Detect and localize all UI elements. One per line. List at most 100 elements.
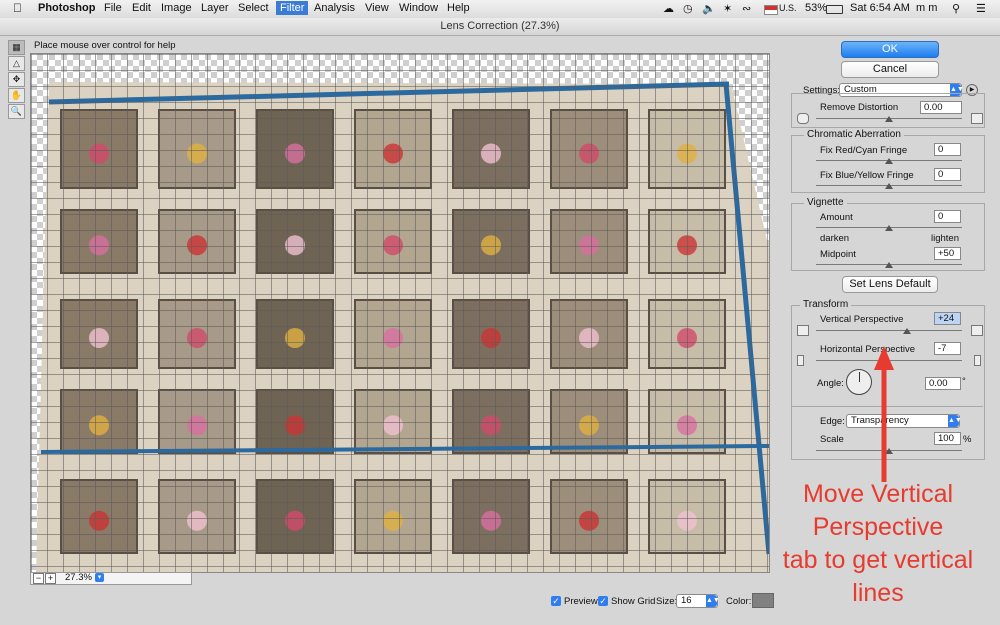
annotation-line-2: Perspective: [812, 513, 944, 541]
transform-title: Transform: [800, 299, 852, 310]
battery-icon[interactable]: [826, 5, 843, 14]
flower-bouquet: [579, 510, 599, 531]
menu-window[interactable]: Window: [399, 2, 438, 14]
vignette-amount-label: Amount: [820, 212, 853, 223]
flower-bouquet: [285, 235, 305, 256]
remove-distortion-tool-icon[interactable]: ▦: [8, 40, 25, 55]
bluetooth-icon[interactable]: ✶: [723, 2, 732, 15]
vertical-perspective-slider[interactable]: [816, 330, 962, 331]
preview-checkbox[interactable]: ✓: [551, 596, 561, 606]
remove-distortion-thumb[interactable]: [885, 116, 893, 122]
flower-bouquet: [677, 328, 697, 348]
horizontal-perspective-field[interactable]: -7: [934, 342, 961, 355]
scale-unit: %: [963, 434, 972, 445]
ok-button[interactable]: OK: [841, 41, 939, 58]
user-name[interactable]: m m: [916, 2, 937, 14]
flower-bouquet: [285, 143, 305, 164]
pincushion-icon: [797, 113, 809, 124]
input-source[interactable]: U.S.: [779, 3, 797, 13]
clock-time[interactable]: Sat 6:54 AM: [850, 2, 910, 14]
zoom-level[interactable]: 27.3%: [65, 572, 92, 583]
remove-distortion-field[interactable]: 0.00: [920, 101, 962, 114]
midpoint-field[interactable]: +50: [934, 247, 961, 260]
flower-bouquet: [89, 510, 109, 531]
flag-icon[interactable]: [764, 5, 778, 15]
barrel-icon: [971, 113, 983, 124]
apple-menu-icon[interactable]: : [13, 1, 22, 15]
flower-bouquet: [89, 415, 109, 436]
grid-color-label: Color:: [726, 596, 752, 607]
menu-view[interactable]: View: [365, 2, 389, 14]
red-cyan-field[interactable]: 0: [934, 143, 961, 156]
red-cyan-thumb[interactable]: [885, 158, 893, 164]
darken-label: darken: [820, 233, 850, 244]
edge-select[interactable]: Transparency ▲▼: [846, 414, 962, 428]
annotation-arrow: [874, 346, 894, 482]
flower-bouquet: [89, 143, 109, 164]
search-icon[interactable]: ⚲: [952, 2, 960, 15]
preview-label: Preview: [564, 596, 598, 607]
annotation-line-4: lines: [852, 579, 904, 607]
flower-bouquet: [187, 328, 207, 348]
menu-help[interactable]: Help: [447, 2, 470, 14]
annotation-line-3: tab to get vertical: [782, 546, 974, 574]
grid-size-select[interactable]: 16 ▲▼: [676, 594, 720, 608]
flower-bouquet: [677, 143, 697, 164]
flower-bouquet: [383, 328, 403, 348]
volume-icon[interactable]: 🔈: [702, 2, 716, 15]
menu-edit[interactable]: Edit: [132, 2, 151, 14]
set-lens-default-button[interactable]: Set Lens Default: [842, 276, 938, 293]
zoom-dropdown-icon[interactable]: ▾: [95, 573, 104, 582]
move-grid-tool-icon[interactable]: ✥: [8, 72, 25, 87]
cancel-button[interactable]: Cancel: [841, 61, 939, 78]
zoom-out-button[interactable]: −: [33, 573, 44, 584]
straighten-tool-icon[interactable]: △: [8, 56, 25, 71]
hand-tool-icon[interactable]: ✋: [8, 88, 25, 103]
zoom-tool-icon[interactable]: 🔍: [8, 104, 25, 119]
menu-select[interactable]: Select: [238, 2, 269, 14]
flower-bouquet: [481, 510, 501, 531]
flower-bouquet: [383, 415, 403, 436]
vignette-amount-thumb[interactable]: [885, 225, 893, 231]
flower-bouquet: [481, 328, 501, 348]
menu-image[interactable]: Image: [161, 2, 192, 14]
blue-yellow-field[interactable]: 0: [934, 168, 961, 181]
menu-analysis[interactable]: Analysis: [314, 2, 355, 14]
angle-field[interactable]: 0.00: [925, 377, 961, 390]
angle-dial[interactable]: [846, 369, 872, 395]
lighten-label: lighten: [931, 233, 959, 244]
red-cyan-label: Fix Red/Cyan Fringe: [820, 145, 908, 156]
photo-preview: [36, 81, 769, 572]
menu-layer[interactable]: Layer: [201, 2, 229, 14]
chevron-down-icon: ▲▼: [706, 595, 720, 607]
vertical-perspective-field[interactable]: +24: [934, 312, 961, 325]
zoom-bar: − + 27.3% ▾: [30, 572, 192, 585]
vertical-perspective-thumb[interactable]: [902, 328, 911, 334]
flower-bouquet: [89, 328, 109, 348]
notifications-icon[interactable]: ☰: [976, 2, 986, 15]
angle-unit: °: [962, 376, 966, 387]
menu-bar:  Photoshop File Edit Image Layer Select…: [0, 0, 1000, 19]
wifi-icon[interactable]: ∾: [742, 2, 751, 15]
preview-canvas[interactable]: [30, 53, 770, 573]
menu-file[interactable]: File: [104, 2, 122, 14]
menu-photoshop[interactable]: Photoshop: [38, 2, 95, 14]
blue-yellow-label: Fix Blue/Yellow Fringe: [820, 170, 914, 181]
zoom-in-button[interactable]: +: [45, 573, 56, 584]
menu-filter[interactable]: Filter: [276, 1, 309, 15]
horizontal-perspective-label: Horizontal Perspective: [820, 344, 916, 355]
annotation-text: Move Vertical Perspective tab to get ver…: [758, 478, 998, 610]
flower-bouquet: [285, 415, 305, 436]
vignette-amount-field[interactable]: 0: [934, 210, 961, 223]
blue-yellow-thumb[interactable]: [885, 183, 893, 189]
show-grid-checkbox[interactable]: ✓: [598, 596, 608, 606]
midpoint-thumb[interactable]: [885, 262, 893, 268]
flower-bouquet: [677, 235, 697, 256]
scale-field[interactable]: 100: [934, 432, 961, 445]
cloud-icon[interactable]: ☁: [663, 2, 674, 15]
battery-percent[interactable]: 53%: [805, 2, 827, 14]
flower-bouquet: [383, 235, 403, 256]
help-text: Place mouse over control for help: [34, 40, 176, 51]
clock-icon[interactable]: ◷: [683, 2, 693, 15]
vertical-perspective-label: Vertical Perspective: [820, 314, 904, 325]
